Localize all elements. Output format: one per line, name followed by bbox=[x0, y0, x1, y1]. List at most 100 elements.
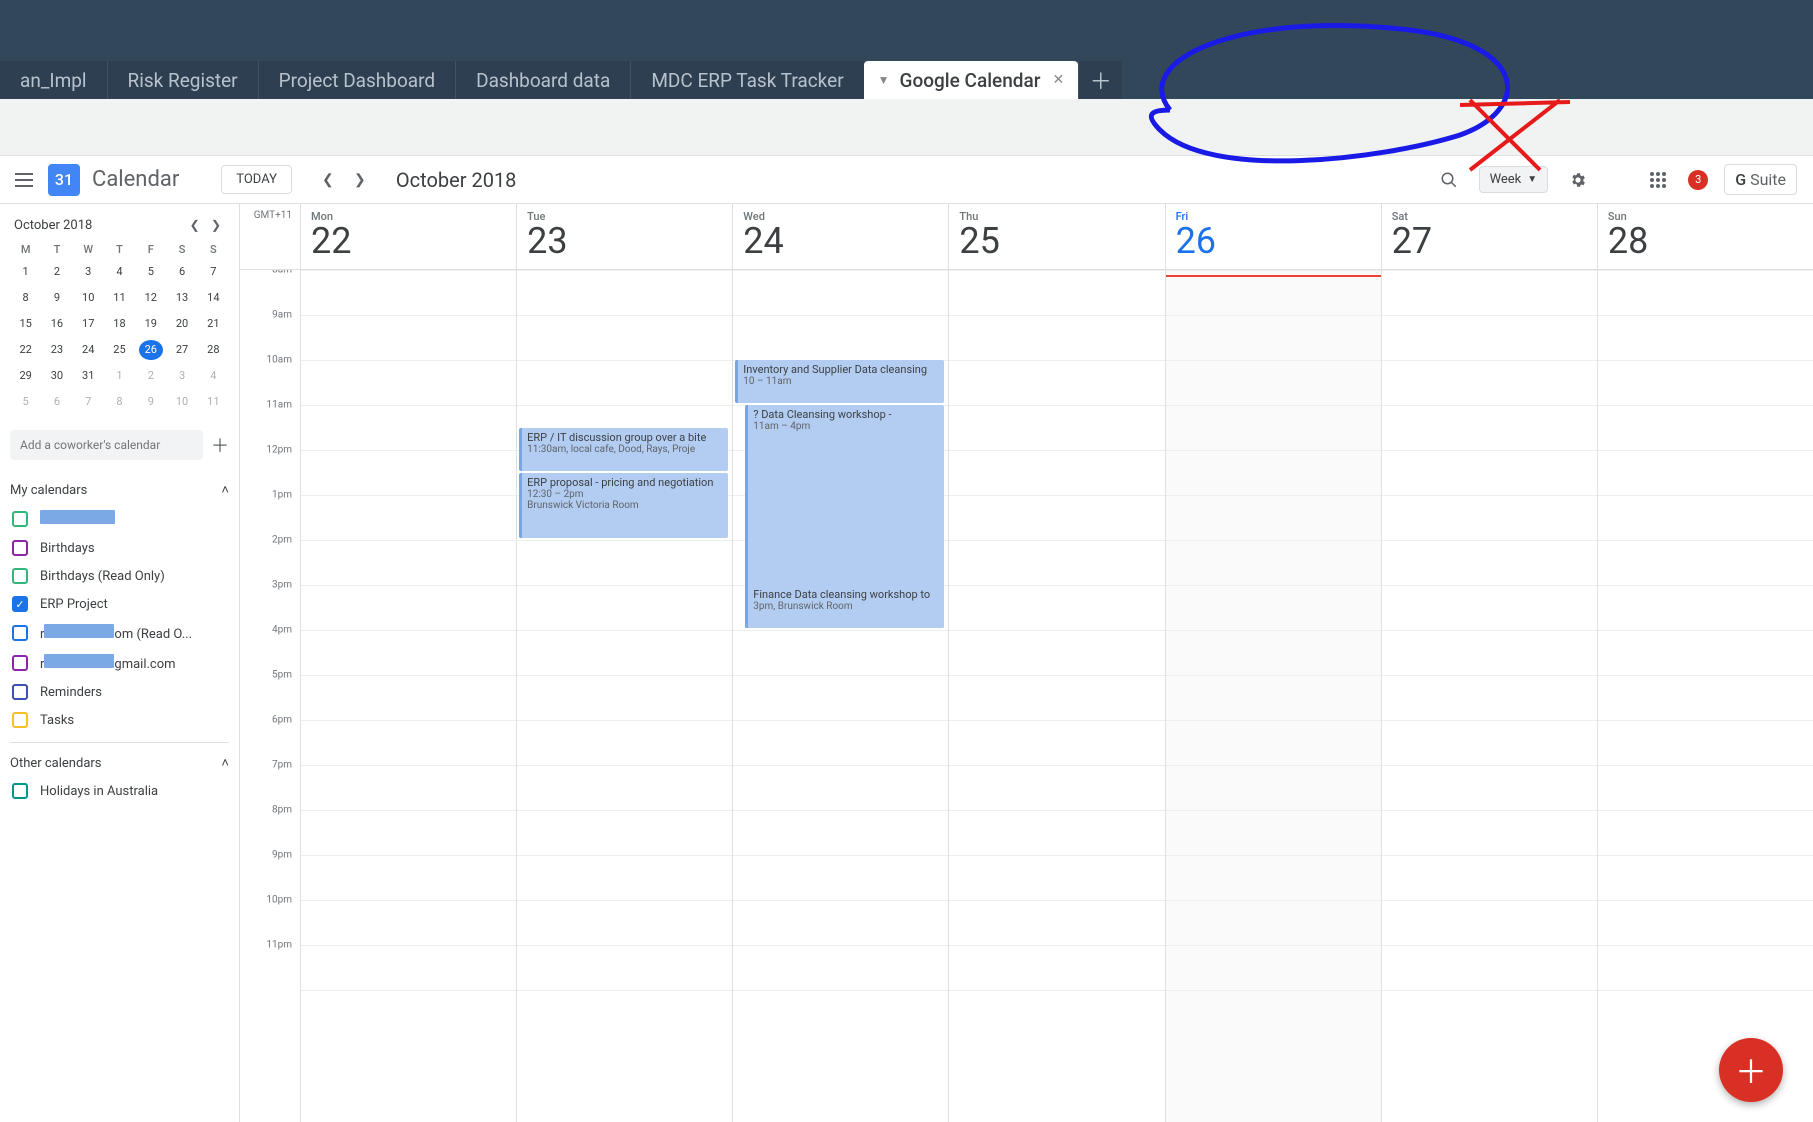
menu-icon[interactable] bbox=[12, 168, 36, 192]
day-column[interactable] bbox=[1597, 270, 1813, 1122]
calendar-checkbox[interactable] bbox=[12, 712, 28, 728]
mini-cal-day[interactable]: 10 bbox=[170, 392, 194, 412]
calendar-list-item[interactable]: rom (Read O... bbox=[10, 618, 229, 648]
mini-cal-day[interactable]: 1 bbox=[107, 366, 131, 386]
mini-cal-day[interactable]: 3 bbox=[76, 262, 100, 282]
mini-cal-day[interactable]: 22 bbox=[14, 340, 38, 360]
mini-cal-day[interactable]: 4 bbox=[107, 262, 131, 282]
mini-cal-day[interactable]: 25 bbox=[107, 340, 131, 360]
calendar-checkbox[interactable] bbox=[12, 684, 28, 700]
calendar-checkbox[interactable] bbox=[12, 596, 28, 612]
day-column[interactable] bbox=[948, 270, 1164, 1122]
day-header[interactable]: Sat27 bbox=[1381, 204, 1597, 269]
add-coworker-input[interactable] bbox=[10, 430, 203, 460]
mini-calendar[interactable]: MTWTFSS123456789101112131415161718192021… bbox=[10, 243, 229, 412]
calendar-list-item[interactable]: Birthdays (Read Only) bbox=[10, 562, 229, 590]
today-button[interactable]: TODAY bbox=[221, 165, 292, 194]
gear-icon[interactable] bbox=[1564, 166, 1592, 194]
day-column[interactable] bbox=[1381, 270, 1597, 1122]
mini-cal-day[interactable]: 26 bbox=[139, 340, 163, 360]
calendar-list-item[interactable]: rgmail.com bbox=[10, 648, 229, 678]
sheet-tab[interactable]: Project Dashboard bbox=[258, 61, 455, 99]
mini-cal-day[interactable]: 17 bbox=[76, 314, 100, 334]
calendar-event[interactable]: ERP / IT discussion group over a bite11:… bbox=[519, 428, 728, 471]
search-icon[interactable] bbox=[1435, 166, 1463, 194]
my-calendars-header[interactable]: My calendars ˄ bbox=[10, 470, 229, 504]
gsuite-button[interactable]: G Suite bbox=[1724, 164, 1797, 195]
mini-cal-day[interactable]: 20 bbox=[170, 314, 194, 334]
mini-cal-day[interactable]: 13 bbox=[170, 288, 194, 308]
calendar-event[interactable]: Inventory and Supplier Data cleansing10 … bbox=[735, 360, 944, 403]
mini-cal-day[interactable]: 2 bbox=[139, 366, 163, 386]
mini-cal-day[interactable]: 14 bbox=[201, 288, 225, 308]
mini-cal-day[interactable]: 7 bbox=[76, 392, 100, 412]
mini-cal-day[interactable]: 6 bbox=[45, 392, 69, 412]
create-event-fab[interactable]: ＋ bbox=[1719, 1038, 1783, 1102]
calendar-event[interactable]: ERP proposal - pricing and negotiation12… bbox=[519, 473, 728, 539]
mini-cal-prev[interactable]: ❮ bbox=[186, 218, 204, 232]
sheet-tab[interactable]: Dashboard data bbox=[455, 61, 630, 99]
mini-cal-day[interactable]: 6 bbox=[170, 262, 194, 282]
mini-cal-day[interactable]: 8 bbox=[14, 288, 38, 308]
mini-cal-day[interactable]: 15 bbox=[14, 314, 38, 334]
calendar-list-item[interactable]: ERP Project bbox=[10, 590, 229, 618]
mini-cal-day[interactable]: 27 bbox=[170, 340, 194, 360]
mini-cal-day[interactable]: 10 bbox=[76, 288, 100, 308]
mini-cal-day[interactable]: 7 bbox=[201, 262, 225, 282]
mini-cal-day[interactable]: 30 bbox=[45, 366, 69, 386]
mini-cal-day[interactable]: 19 bbox=[139, 314, 163, 334]
caret-down-icon[interactable]: ▼ bbox=[878, 73, 890, 87]
mini-cal-day[interactable]: 12 bbox=[139, 288, 163, 308]
mini-cal-day[interactable]: 9 bbox=[139, 392, 163, 412]
close-icon[interactable]: ✕ bbox=[1052, 72, 1064, 88]
calendar-list-item[interactable]: Tasks bbox=[10, 706, 229, 734]
mini-cal-next[interactable]: ❯ bbox=[207, 218, 225, 232]
calendar-checkbox[interactable] bbox=[12, 568, 28, 584]
day-column[interactable]: ERP / IT discussion group over a bite11:… bbox=[516, 270, 732, 1122]
sheet-tab[interactable]: MDC ERP Task Tracker bbox=[630, 61, 863, 99]
next-period-button[interactable]: ❯ bbox=[346, 166, 374, 194]
calendar-list-item[interactable]: Reminders bbox=[10, 678, 229, 706]
mini-cal-day[interactable]: 5 bbox=[139, 262, 163, 282]
mini-cal-day[interactable]: 9 bbox=[45, 288, 69, 308]
calendar-checkbox[interactable] bbox=[12, 655, 28, 671]
calendar-list-item[interactable]: Holidays in Australia bbox=[10, 777, 229, 805]
day-header[interactable]: Sun28 bbox=[1597, 204, 1813, 269]
day-header[interactable]: Mon22 bbox=[300, 204, 516, 269]
mini-cal-day[interactable]: 29 bbox=[14, 366, 38, 386]
calendar-event[interactable]: Finance Data cleansing workshop to3pm, B… bbox=[745, 585, 944, 628]
sheet-tab[interactable]: an_Impl bbox=[0, 61, 107, 99]
calendar-list-item[interactable]: Birthdays bbox=[10, 534, 229, 562]
day-header[interactable]: Tue23 bbox=[516, 204, 732, 269]
notifications-badge[interactable]: 3 bbox=[1688, 170, 1708, 190]
mini-cal-day[interactable]: 16 bbox=[45, 314, 69, 334]
mini-cal-day[interactable]: 1 bbox=[14, 262, 38, 282]
calendar-checkbox[interactable] bbox=[12, 783, 28, 799]
day-header[interactable]: Thu25 bbox=[948, 204, 1164, 269]
day-column[interactable] bbox=[1165, 270, 1381, 1122]
mini-cal-day[interactable]: 4 bbox=[201, 366, 225, 386]
mini-cal-day[interactable]: 8 bbox=[107, 392, 131, 412]
sheet-tab-active[interactable]: ▼ Google Calendar ✕ bbox=[864, 61, 1079, 99]
mini-cal-day[interactable]: 2 bbox=[45, 262, 69, 282]
mini-cal-day[interactable]: 23 bbox=[45, 340, 69, 360]
day-header[interactable]: Fri26 bbox=[1165, 204, 1381, 269]
view-selector[interactable]: Week ▼ bbox=[1479, 166, 1549, 193]
mini-cal-day[interactable]: 5 bbox=[14, 392, 38, 412]
add-tab-button[interactable]: ＋ bbox=[1078, 61, 1122, 99]
day-column[interactable] bbox=[300, 270, 516, 1122]
calendar-checkbox[interactable] bbox=[12, 540, 28, 556]
calendar-checkbox[interactable] bbox=[12, 625, 28, 641]
add-coworker-button[interactable]: ＋ bbox=[211, 432, 229, 458]
mini-cal-day[interactable]: 24 bbox=[76, 340, 100, 360]
mini-cal-day[interactable]: 3 bbox=[170, 366, 194, 386]
mini-cal-day[interactable]: 31 bbox=[76, 366, 100, 386]
day-column[interactable]: Inventory and Supplier Data cleansing10 … bbox=[732, 270, 948, 1122]
mini-cal-day[interactable]: 11 bbox=[201, 392, 225, 412]
day-header[interactable]: Wed24 bbox=[732, 204, 948, 269]
sheet-tab[interactable]: Risk Register bbox=[107, 61, 258, 99]
mini-cal-day[interactable]: 28 bbox=[201, 340, 225, 360]
mini-cal-day[interactable]: 18 bbox=[107, 314, 131, 334]
prev-period-button[interactable]: ❮ bbox=[314, 166, 342, 194]
other-calendars-header[interactable]: Other calendars ˄ bbox=[10, 742, 229, 777]
